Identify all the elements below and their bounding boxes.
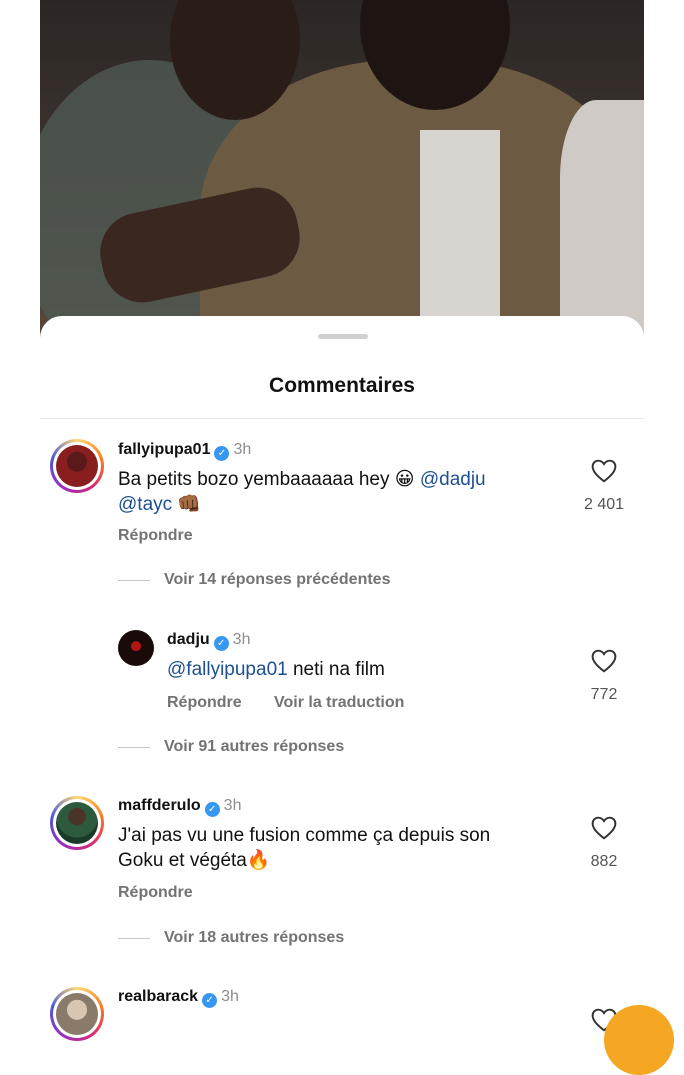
comment-text-body: neti na film [287, 659, 385, 680]
avatar[interactable] [50, 439, 104, 493]
comment-username[interactable]: dadju [167, 631, 210, 648]
like-count: 882 [590, 853, 618, 870]
comment-time: 3h [223, 797, 242, 814]
comment-header: realbarack ✓ 3h [118, 988, 239, 1008]
view-replies-button[interactable]: Voir 91 autres réponses [118, 738, 344, 756]
view-replies-button[interactable]: Voir 14 réponses précédentes [118, 571, 390, 589]
comment-time: 3h [232, 631, 251, 648]
verified-badge-icon: ✓ [214, 446, 230, 461]
comment-text: J'ai pas vu une fusion comme ça depuis s… [118, 823, 568, 873]
mention-link[interactable]: @dadju [420, 469, 486, 490]
translate-button[interactable]: Voir la traduction [274, 694, 404, 712]
frame-right [644, 0, 684, 1023]
replies-line [118, 937, 150, 939]
reply-button[interactable]: Répondre [118, 527, 193, 545]
verified-badge-icon: ✓ [204, 802, 220, 817]
heart-outline-icon[interactable] [591, 459, 617, 483]
avatar[interactable] [50, 987, 104, 1041]
replies-line [118, 579, 150, 581]
comment-text-body: Ba petits bozo yembaaaaaa hey 😀 [118, 469, 420, 490]
frame-left [0, 0, 40, 1023]
comment-header: dadju ✓ 3h [167, 631, 250, 651]
view-replies-label: Voir 91 autres réponses [164, 738, 345, 755]
comment-header: maffderulo ✓ 3h [118, 797, 241, 817]
comment-header: fallyipupa01 ✓ 3h [118, 441, 251, 461]
reply-button[interactable]: Répondre [118, 884, 193, 902]
view-replies-button[interactable]: Voir 18 autres réponses [118, 929, 344, 947]
view-replies-label: Voir 18 autres réponses [164, 929, 345, 946]
verified-badge-icon: ✓ [213, 636, 229, 651]
verified-badge-icon: ✓ [202, 993, 218, 1008]
like-count: 772 [590, 686, 618, 703]
comment-text-line: J'ai pas vu une fusion comme ça depuis s… [118, 825, 491, 846]
comment-username[interactable]: maffderulo [118, 797, 201, 814]
heart-outline-icon[interactable] [591, 816, 617, 840]
heart-outline-icon[interactable] [591, 649, 617, 673]
comment-username[interactable]: fallyipupa01 [118, 441, 210, 458]
video-preview[interactable] [40, 0, 644, 360]
like-count: 2 401 [583, 496, 625, 513]
comment-text: Ba petits bozo yembaaaaaa hey 😀 @dadju @… [118, 467, 558, 517]
comment-time: 3h [233, 441, 252, 458]
avatar[interactable] [118, 630, 154, 666]
floating-action-button[interactable] [604, 1005, 674, 1075]
reply-button[interactable]: Répondre [167, 694, 242, 712]
sheet-divider [40, 418, 644, 419]
replies-line [118, 746, 150, 748]
comment-username[interactable]: realbarack [118, 988, 198, 1005]
comment-text-line: Goku et végéta🔥 [118, 850, 271, 871]
view-replies-label: Voir 14 réponses précédentes [164, 571, 391, 588]
mention-link[interactable]: @fallyipupa01 [167, 659, 288, 680]
comment-text: @fallyipupa01 neti na film [167, 657, 385, 682]
comment-time: 3h [221, 988, 239, 1005]
sheet-title: Commentaires [269, 374, 415, 397]
mention-link[interactable]: @tayc [118, 494, 172, 515]
avatar[interactable] [50, 796, 104, 850]
sheet-drag-handle[interactable] [318, 334, 368, 339]
comment-emoji: 👊🏾 [177, 494, 202, 515]
